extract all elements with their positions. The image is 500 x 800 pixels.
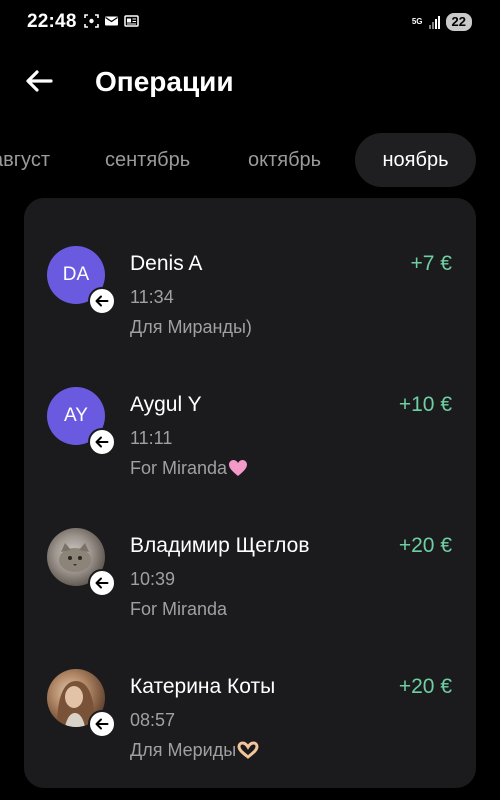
news-icon — [124, 15, 139, 27]
operation-note: For Miranda — [130, 458, 248, 479]
operation-time: 11:34 — [130, 287, 174, 307]
screenshot-icon — [84, 14, 99, 28]
operation-name: Владимир Щеглов — [130, 534, 310, 557]
avatar-initials: AY — [64, 405, 88, 426]
battery-badge: 22 — [445, 13, 472, 31]
pink-heart-icon — [229, 460, 248, 476]
operation-item[interactable]: AY Aygul Y 11:11 For Miranda +10 € — [24, 339, 476, 478]
operation-amount: +7 € — [410, 252, 452, 275]
network-type: 5G — [411, 17, 423, 26]
heart-hands-icon — [237, 741, 259, 759]
mail-icon — [105, 16, 118, 26]
operation-note-text: Для Мериды — [130, 740, 237, 760]
header: Операции — [0, 58, 500, 108]
tab-november[interactable]: ноябрь — [355, 133, 476, 187]
operation-note-text: For Miranda — [130, 458, 228, 478]
operation-note: Для Мериды — [130, 740, 259, 761]
operation-item[interactable]: Владимир Щеглов 10:39 For Miranda +20 € — [24, 480, 476, 619]
incoming-arrow-icon — [88, 710, 116, 738]
tab-august[interactable]: август — [0, 133, 50, 187]
incoming-arrow-icon — [88, 569, 116, 597]
operation-amount: +10 € — [398, 393, 452, 416]
avatar-initials: DA — [62, 264, 90, 285]
operations-list: DA Denis A 11:34 Для Миранды) +7 € AY Ay… — [24, 198, 476, 788]
operation-amount: +20 € — [398, 534, 452, 557]
tab-october[interactable]: октябрь — [248, 133, 321, 187]
operation-time: 11:11 — [130, 428, 173, 448]
back-button[interactable] — [22, 64, 56, 98]
incoming-arrow-icon — [88, 287, 116, 315]
operation-amount: +20 € — [398, 675, 452, 698]
tab-september[interactable]: сентябрь — [105, 133, 190, 187]
status-time: 22:48 — [27, 11, 77, 32]
operation-time: 10:39 — [130, 569, 176, 589]
incoming-arrow-icon — [88, 428, 116, 456]
operation-note: For Miranda — [130, 599, 228, 619]
operation-note: Для Миранды) — [130, 317, 252, 337]
signal-icon — [428, 15, 440, 29]
operation-name: Denis A — [130, 252, 203, 275]
notification-icons — [84, 14, 139, 28]
operation-time: 08:57 — [130, 710, 176, 730]
operation-name: Aygul Y — [130, 393, 202, 416]
page-title: Операции — [95, 66, 234, 97]
status-right: 5G 22 — [412, 13, 472, 31]
operation-item[interactable]: DA Denis A 11:34 Для Миранды) +7 € — [24, 198, 476, 337]
month-tabs: август сентябрь октябрь ноябрь — [0, 133, 500, 187]
status-bar: 22:48 5G 22 — [0, 0, 500, 46]
operation-name: Катерина Коты — [130, 675, 276, 698]
arrow-left-icon — [26, 70, 53, 92]
operation-item[interactable]: Катерина Коты 08:57 Для Мериды +20 € — [24, 621, 476, 760]
